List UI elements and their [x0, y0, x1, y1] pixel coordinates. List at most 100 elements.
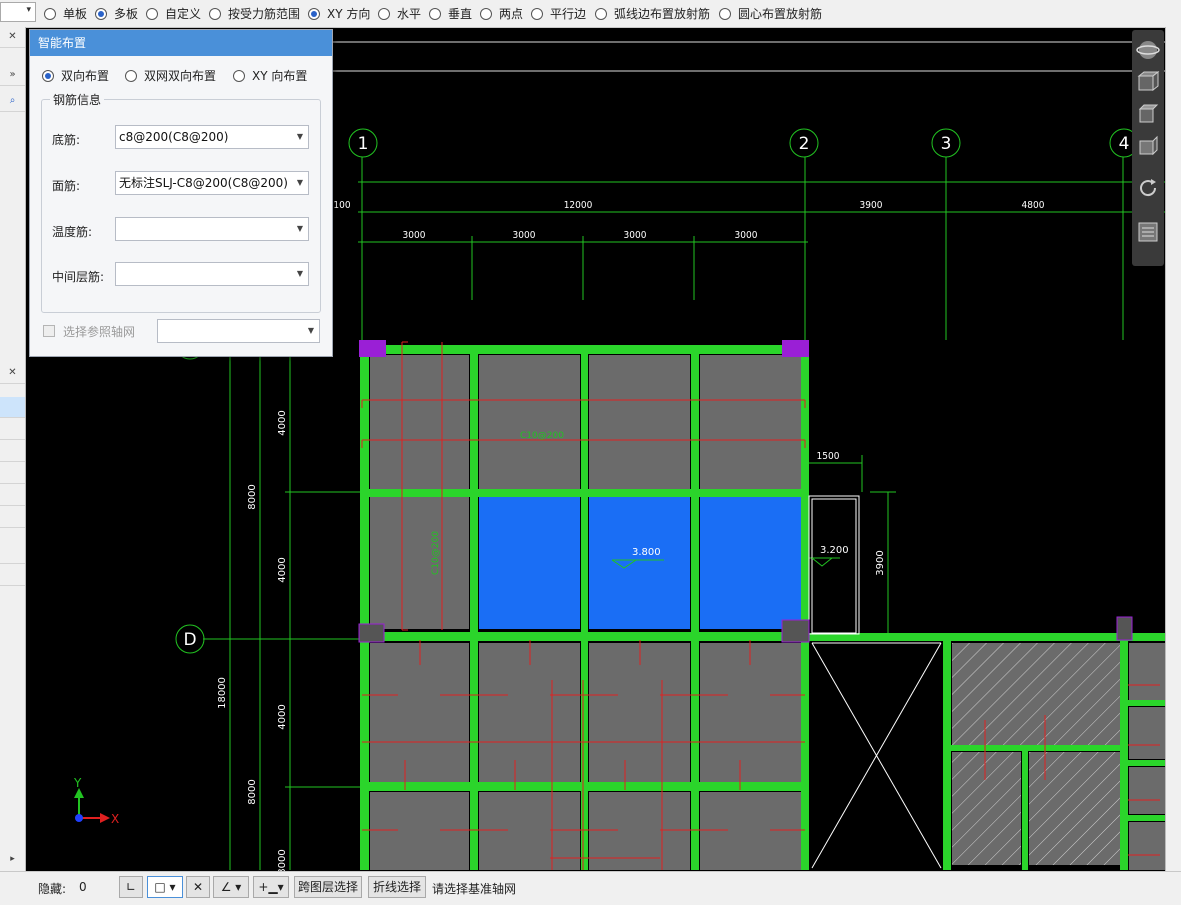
radio-xy-layout[interactable]: XY 向布置 [233, 67, 307, 84]
view-3d-icon[interactable] [1136, 70, 1160, 94]
radio-icon [308, 7, 320, 20]
left-side-panel: ✕ » ⌕ ✕ ▸ [0, 27, 26, 871]
dim-8000-a: 8000 [247, 484, 258, 509]
radio-arc-radial[interactable]: 弧线边布置放射筋 [595, 5, 710, 22]
radio-two-points[interactable]: 两点 [480, 5, 523, 22]
close-icon[interactable]: ✕ [0, 363, 25, 384]
status-prompt: 请选择基准轴网 [432, 882, 517, 896]
radio-multi-slab[interactable]: 多板 [95, 5, 138, 22]
list-item[interactable] [0, 441, 25, 462]
angle-select[interactable]: ∠ ▾ [213, 876, 249, 898]
dim-4000-a: 4000 [277, 410, 288, 435]
radio-double-net[interactable]: 双网双向布置 [125, 67, 216, 84]
ref-axis-checkbox[interactable] [43, 325, 55, 337]
radio-vertical[interactable]: 垂直 [429, 5, 472, 22]
chevron-down-icon: ▼ [296, 269, 303, 278]
dim-1500: 1500 [817, 451, 840, 462]
plus-line-select[interactable]: +▁▾ [253, 876, 289, 898]
close-icon[interactable]: ✕ [0, 27, 25, 48]
radio-icon [209, 7, 221, 20]
bottom-rebar-select[interactable]: c8@200(C8@200) ▼ [115, 125, 309, 149]
view-tools-bar [1132, 30, 1164, 266]
polyline-select-button[interactable]: 折线选择 [368, 876, 426, 898]
mid-rebar-select[interactable]: ▼ [115, 262, 309, 286]
dim-4000-b: 4000 [277, 557, 288, 582]
orbit-icon[interactable] [1136, 38, 1160, 62]
scroll-down-icon[interactable]: ▸ [0, 849, 25, 869]
panel-title: 智能布置 [30, 30, 332, 56]
dim-8000-b: 8000 [247, 779, 258, 804]
selected-slab[interactable] [479, 497, 801, 629]
ref-axis-label: 选择参照轴网 [63, 325, 136, 339]
ref-axis-select[interactable]: ▼ [157, 319, 320, 343]
radio-parallel-edge[interactable]: 平行边 [531, 5, 586, 22]
radio-label: 水平 [397, 7, 422, 21]
radio-single-slab[interactable]: 单板 [44, 5, 87, 22]
radio-icon [233, 69, 245, 82]
dim-3000-c: 3000 [624, 230, 647, 241]
radio-icon [44, 7, 56, 20]
list-item[interactable] [0, 397, 25, 418]
radio-label: 垂直 [448, 7, 473, 21]
radio-icon [378, 7, 390, 20]
chevron-down-icon: ▼ [296, 178, 303, 187]
mid-rebar-label: 中间层筋: [52, 270, 105, 284]
bottom-rebar-label: 底筋: [52, 133, 81, 147]
search-icon[interactable]: ⌕ [0, 91, 25, 112]
radio-icon [146, 7, 158, 20]
axis-label-d: D [183, 630, 196, 650]
radio-icon [125, 69, 137, 82]
radio-label: XY 方向 [327, 7, 371, 21]
top-rebar-value: 无标注SLJ-C8@200(C8@200) [119, 176, 288, 190]
cross-icon[interactable]: ✕ [186, 876, 210, 898]
radio-label: XY 向布置 [252, 69, 308, 83]
ortho-icon[interactable]: ∟ [119, 876, 143, 898]
radio-icon [429, 7, 441, 20]
radio-icon [480, 7, 492, 20]
list-item[interactable] [0, 463, 25, 484]
dim-3900: 3900 [860, 200, 883, 211]
radio-label: 双网双向布置 [144, 69, 217, 83]
radio-bidirectional[interactable]: 双向布置 [42, 67, 109, 84]
rotate-icon[interactable] [1136, 176, 1160, 200]
snap-select[interactable]: □ ▾ [147, 876, 183, 898]
list-item[interactable] [0, 565, 25, 586]
radio-label: 两点 [499, 7, 524, 21]
elevation-3800: 3.800 [632, 547, 661, 558]
dim-8000-c: 8000 [277, 849, 288, 871]
hidden-label: 隐藏: [38, 882, 67, 896]
right-side-panel [1165, 27, 1181, 871]
cross-layer-select-button[interactable]: 跨图层选择 [294, 876, 362, 898]
rebar-text-c10-v: C10@200 [431, 531, 441, 575]
list-item[interactable] [0, 419, 25, 440]
dim-4800: 4800 [1022, 200, 1045, 211]
view-top-icon[interactable] [1136, 102, 1160, 126]
hidden-count: 0 [79, 880, 87, 894]
list-item[interactable] [0, 507, 25, 528]
dim-4000-c: 4000 [277, 704, 288, 729]
chevron-down-icon: ▼ [307, 326, 314, 335]
chevron-down-icon: ▾ [26, 5, 31, 15]
radio-xy-direction[interactable]: XY 方向 [308, 5, 370, 22]
radio-label: 按受力筋范围 [228, 7, 301, 21]
list-item[interactable] [0, 485, 25, 506]
radio-center-radial[interactable]: 圆心布置放射筋 [719, 5, 822, 22]
radio-custom[interactable]: 自定义 [146, 5, 201, 22]
top-toolbar: ▾ 单板 多板 自定义 按受力筋范围 XY 方向 水平 垂直 两点 平行边 弧线… [0, 0, 1181, 28]
radio-horizontal[interactable]: 水平 [378, 5, 421, 22]
expand-icon[interactable]: » [0, 65, 25, 86]
elevation-3200: 3.200 [820, 545, 849, 556]
toolbar-combo[interactable]: ▾ [0, 2, 36, 22]
layer-icon[interactable] [1136, 220, 1160, 244]
view-front-icon[interactable] [1136, 134, 1160, 158]
list-item[interactable] [0, 543, 25, 564]
temp-rebar-select[interactable]: ▼ [115, 217, 309, 241]
radio-label: 单板 [63, 7, 88, 21]
top-rebar-select[interactable]: 无标注SLJ-C8@200(C8@200) ▼ [115, 171, 309, 195]
radio-by-rebar-range[interactable]: 按受力筋范围 [209, 5, 300, 22]
radio-label: 双向布置 [61, 69, 110, 83]
group-title: 钢筋信息 [50, 91, 105, 108]
radio-label: 弧线边布置放射筋 [614, 7, 711, 21]
axis-label-2: 2 [799, 134, 810, 154]
dim-100: 100 [333, 200, 350, 211]
